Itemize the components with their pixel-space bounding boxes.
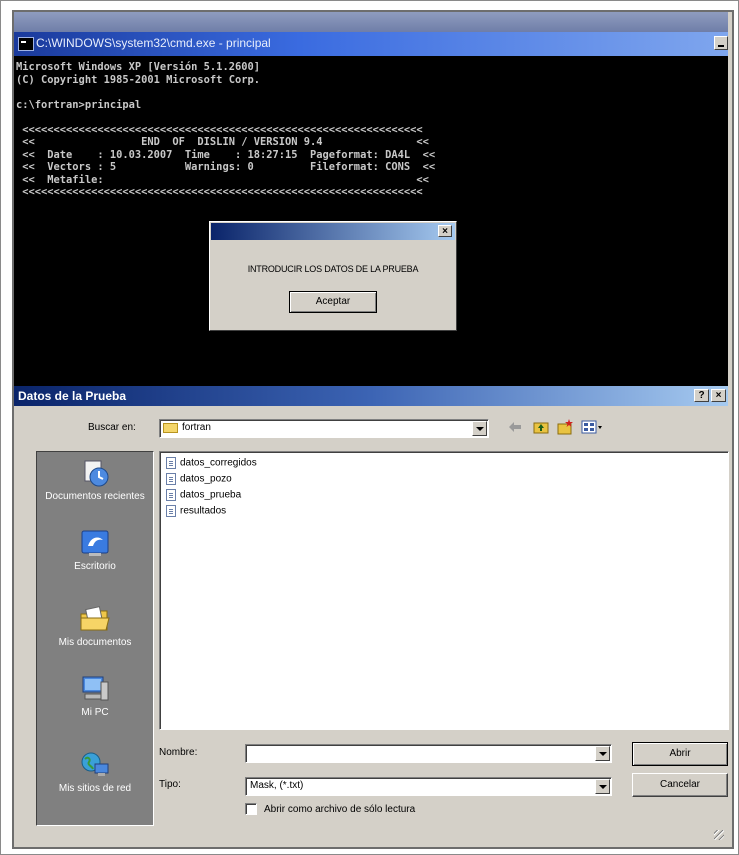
- place-my-documents[interactable]: Mis documentos: [37, 604, 153, 648]
- view-menu-icon[interactable]: [581, 419, 603, 435]
- network-places-icon: [81, 752, 109, 776]
- console-line: Microsoft Windows XP [Versión 5.1.2600]: [16, 61, 260, 73]
- open-button[interactable]: Abrir: [632, 742, 728, 766]
- message-box-titlebar[interactable]: ×: [211, 223, 455, 240]
- place-label: Mis documentos: [58, 637, 132, 648]
- console-line: c:\fortran>principal: [16, 98, 142, 111]
- file-type-select[interactable]: Mask, (*.txt): [245, 777, 612, 796]
- new-folder-icon[interactable]: [557, 419, 573, 435]
- message-box-text: INTRODUCIR LOS DATOS DE LA PRUEBA: [247, 264, 419, 274]
- message-box: × INTRODUCIR LOS DATOS DE LA PRUEBA Acep…: [209, 221, 457, 331]
- accept-button[interactable]: Aceptar: [289, 291, 377, 313]
- look-in-combo[interactable]: fortran: [159, 419, 489, 438]
- chevron-down-icon[interactable]: [595, 746, 610, 761]
- console-line: <<<<<<<<<<<<<<<<<<<<<<<<<<<<<<<<<<<<<<<<…: [16, 123, 423, 136]
- list-item[interactable]: datos_pozo: [166, 473, 232, 489]
- place-label: Documentos recientes: [45, 491, 145, 502]
- message-box-close-button[interactable]: ×: [438, 225, 452, 237]
- console-output: Microsoft Windows XP [Versión 5.1.2600] …: [16, 61, 435, 199]
- desktop-icon: [81, 530, 109, 556]
- list-item[interactable]: resultados: [166, 505, 226, 521]
- file-dialog-titlebar[interactable]: Datos de la Prueba ? ×: [14, 386, 728, 406]
- place-label: Mi PC: [81, 707, 109, 718]
- console-icon: [18, 37, 34, 51]
- background-window-titlebar: [14, 12, 728, 32]
- my-computer-icon: [82, 676, 109, 701]
- help-button[interactable]: ?: [694, 389, 709, 402]
- cmd-window-titlebar[interactable]: C:\WINDOWS\system32\cmd.exe - principal: [14, 32, 728, 56]
- list-item[interactable]: datos_corregidos: [166, 457, 257, 473]
- readonly-label: Abrir como archivo de sólo lectura: [264, 804, 416, 815]
- console-line: (C) Copyright 1985-2001 Microsoft Corp.: [16, 73, 260, 86]
- place-network[interactable]: Mis sitios de red: [37, 750, 153, 794]
- minimize-button[interactable]: [714, 36, 728, 50]
- file-icon: [166, 457, 176, 469]
- resize-grip[interactable]: [714, 830, 724, 840]
- type-label: Tipo:: [159, 779, 181, 790]
- folder-icon: [163, 423, 178, 433]
- place-desktop[interactable]: Escritorio: [37, 528, 153, 572]
- place-label: Escritorio: [74, 561, 116, 572]
- place-my-computer[interactable]: Mi PC: [37, 674, 153, 718]
- file-type-value: Mask, (*.txt): [250, 780, 304, 791]
- console-line: << Vectors : 5 Warnings: 0 Fileformat: C…: [16, 161, 436, 173]
- chevron-down-icon[interactable]: [472, 421, 487, 436]
- look-in-value: fortran: [182, 422, 211, 433]
- readonly-checkbox[interactable]: [245, 803, 257, 815]
- back-arrow-icon[interactable]: [507, 419, 523, 435]
- file-list[interactable]: datos_corregidos datos_pozo datos_prueba…: [159, 451, 729, 730]
- places-bar: Documentos recientes Escritorio Mis docu…: [36, 451, 154, 826]
- file-icon: [166, 505, 176, 517]
- filename-input[interactable]: [245, 744, 612, 763]
- console-line: <<<<<<<<<<<<<<<<<<<<<<<<<<<<<<<<<<<<<<<<…: [16, 186, 423, 198]
- recent-documents-icon: [84, 460, 109, 487]
- file-dialog-title: Datos de la Prueba: [18, 389, 127, 403]
- dialog-close-button[interactable]: ×: [711, 389, 726, 402]
- look-in-label: Buscar en:: [88, 422, 136, 433]
- my-documents-icon: [80, 606, 110, 631]
- list-item[interactable]: datos_prueba: [166, 489, 241, 505]
- console-line: << Metafile: <<: [16, 173, 429, 186]
- place-label: Mis sitios de red: [58, 783, 132, 794]
- console-line: << Date : 10.03.2007 Time : 18:27:15 Pag…: [16, 148, 436, 161]
- place-recent-documents[interactable]: Documentos recientes: [37, 458, 153, 502]
- up-folder-icon[interactable]: [533, 419, 549, 435]
- file-icon: [166, 473, 176, 485]
- cmd-window-title: C:\WINDOWS\system32\cmd.exe - principal: [36, 36, 271, 50]
- console-line: << END OF DISLIN / VERSION 9.4 <<: [16, 136, 429, 148]
- cancel-button[interactable]: Cancelar: [632, 773, 728, 797]
- filename-label: Nombre:: [159, 747, 198, 758]
- chevron-down-icon[interactable]: [595, 779, 610, 794]
- file-icon: [166, 489, 176, 501]
